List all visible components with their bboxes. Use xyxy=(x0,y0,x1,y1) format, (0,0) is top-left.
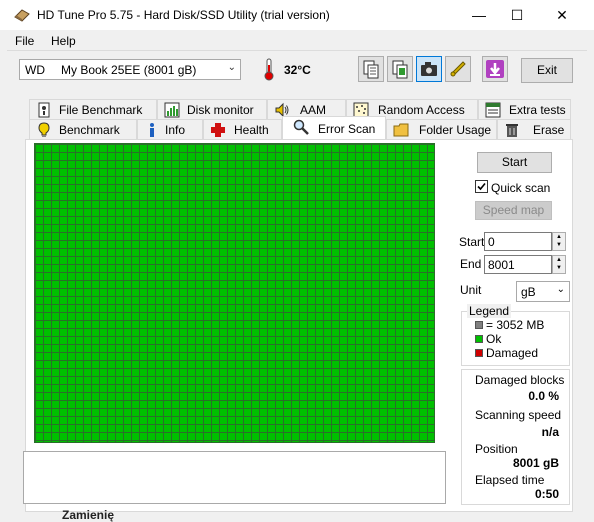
tab-label: Benchmark xyxy=(59,123,120,137)
tab-label: Folder Usage xyxy=(419,123,492,137)
elapsed-time-label: Elapsed time xyxy=(475,473,545,487)
drive-vendor: WD xyxy=(25,63,45,77)
copy-icon xyxy=(363,60,379,79)
copy-all-button[interactable] xyxy=(387,56,413,82)
start-spinner[interactable]: ▲ ▼ xyxy=(552,232,566,251)
position-value: 8001 gB xyxy=(512,456,559,470)
background-text: Zamienię xyxy=(62,508,115,522)
tab-label: Random Access xyxy=(378,103,465,117)
tab-disk-monitor[interactable]: Disk monitor xyxy=(157,99,267,119)
menu-file[interactable]: File xyxy=(15,34,34,48)
tab-folder-usage[interactable]: Folder Usage xyxy=(386,119,497,139)
start-position-value: 0 xyxy=(488,235,495,249)
close-button[interactable]: ✕ xyxy=(539,0,585,30)
folder-icon xyxy=(393,123,409,137)
legend-title: Legend xyxy=(467,304,512,318)
tab-info[interactable]: Info xyxy=(137,119,203,139)
tab-label: Disk monitor xyxy=(187,103,254,117)
save-button[interactable] xyxy=(482,56,508,82)
thermometer-icon xyxy=(264,58,274,81)
temperature-readout: 32°C xyxy=(284,63,311,77)
tab-label: Info xyxy=(165,123,186,137)
start-position-input[interactable]: 0 xyxy=(484,232,552,251)
options-button[interactable] xyxy=(445,56,471,82)
tab-label: AAM xyxy=(300,103,327,117)
unit-value: gB xyxy=(521,285,536,299)
tab-label: Erase xyxy=(533,123,565,137)
start-scan-button[interactable]: Start xyxy=(477,152,552,173)
tab-label: Extra tests xyxy=(509,103,566,117)
drive-name: My Book 25EE (8001 gB) xyxy=(61,63,197,77)
download-arrow-icon xyxy=(486,60,504,78)
speed-map-button[interactable]: Speed map xyxy=(475,201,552,220)
legend-damaged-label: Damaged xyxy=(486,346,539,360)
title-bar: HD Tune Pro 5.75 - Hard Disk/SSD Utility… xyxy=(0,0,594,30)
tab-erase[interactable]: Erase xyxy=(497,119,571,139)
tab-file-benchmark[interactable]: File Benchmark xyxy=(29,99,157,119)
app-icon xyxy=(14,9,30,22)
damaged-blocks-label: Damaged blocks xyxy=(475,373,565,387)
extra-tests-icon xyxy=(485,102,501,118)
quick-scan-checkbox[interactable] xyxy=(475,180,488,193)
damaged-blocks-value: 0.0 % xyxy=(528,389,559,403)
position-label: Position xyxy=(475,442,518,456)
unit-select[interactable]: gB ⌄ xyxy=(516,281,570,302)
legend-block-swatch xyxy=(475,321,483,329)
wrench-icon xyxy=(450,61,466,77)
scanning-speed-label: Scanning speed xyxy=(475,408,562,422)
magnifier-icon xyxy=(293,119,309,135)
tab-label: Error Scan xyxy=(318,122,376,136)
legend-damaged-swatch xyxy=(475,349,483,357)
scanning-speed-value: n/a xyxy=(541,425,559,439)
tab-extra-tests[interactable]: Extra tests xyxy=(478,99,571,119)
exit-button[interactable]: Exit xyxy=(521,58,573,83)
copy-text-button[interactable] xyxy=(358,56,384,82)
elapsed-time-value: 0:50 xyxy=(534,487,559,501)
end-label: End xyxy=(460,257,482,271)
info-icon xyxy=(150,123,154,137)
end-position-value: 8001 xyxy=(488,258,515,272)
camera-icon xyxy=(421,62,437,76)
menu-divider xyxy=(7,50,587,51)
trash-icon xyxy=(506,124,518,137)
copy-all-icon xyxy=(392,60,408,79)
chevron-down-icon: ⌄ xyxy=(227,62,236,73)
file-benchmark-icon xyxy=(38,102,50,118)
tab-health[interactable]: Health xyxy=(203,119,282,139)
legend-block-label: = 3052 MB xyxy=(486,318,545,332)
maximize-button[interactable]: ☐ xyxy=(494,0,540,30)
end-spinner[interactable]: ▲ ▼ xyxy=(552,255,566,274)
drive-select[interactable]: WD My Book 25EE (8001 gB) ⌄ xyxy=(19,59,241,80)
health-cross-icon xyxy=(211,123,225,137)
start-label: Start xyxy=(459,235,485,249)
tab-error-scan[interactable]: Error Scan xyxy=(282,116,386,140)
checkmark-icon xyxy=(477,182,486,191)
legend-ok-label: Ok xyxy=(486,332,502,346)
window-title: HD Tune Pro 5.75 - Hard Disk/SSD Utility… xyxy=(37,8,330,22)
scan-log-box xyxy=(23,451,446,504)
tab-benchmark[interactable]: Benchmark xyxy=(29,119,137,139)
legend-ok-swatch xyxy=(475,335,483,343)
scan-block-map xyxy=(34,143,435,443)
tab-label: File Benchmark xyxy=(59,103,143,117)
menu-help[interactable]: Help xyxy=(51,34,76,48)
benchmark-icon xyxy=(38,122,50,137)
quick-scan-label: Quick scan xyxy=(491,181,551,195)
disk-monitor-icon xyxy=(164,102,180,118)
end-position-input[interactable]: 8001 xyxy=(484,255,552,274)
unit-label: Unit xyxy=(460,283,482,297)
screenshot-button[interactable] xyxy=(416,56,442,82)
tab-label: Health xyxy=(234,123,269,137)
chevron-down-icon: ⌄ xyxy=(556,284,565,295)
